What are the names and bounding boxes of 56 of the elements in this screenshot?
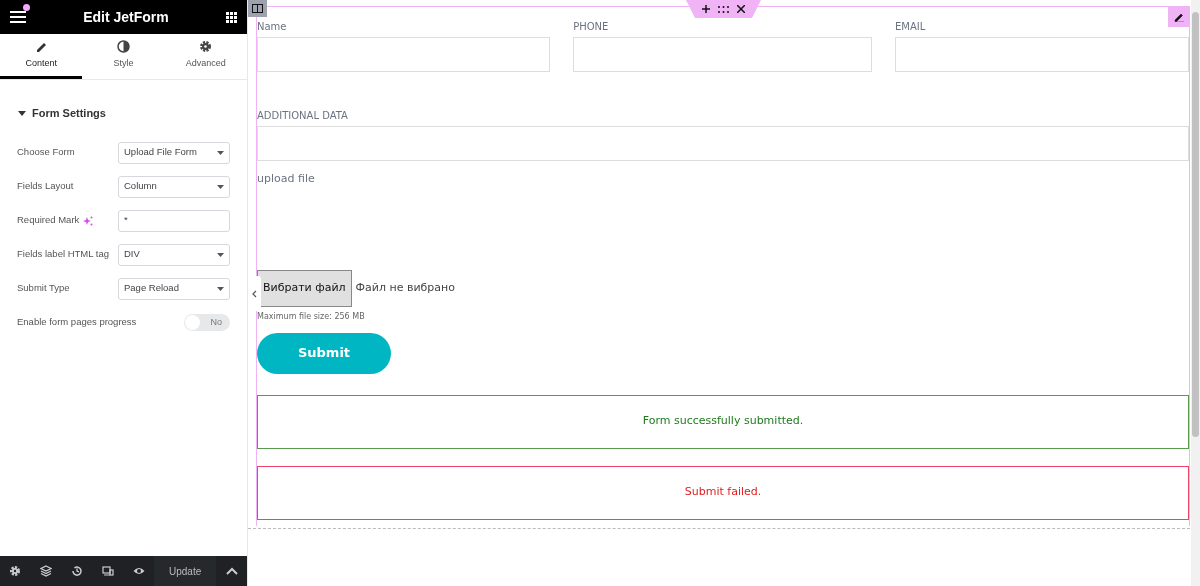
field-label: EMAIL [895,20,926,34]
notification-dot [23,4,30,11]
responsive-icon[interactable] [101,565,114,577]
input-field[interactable] [895,37,1189,72]
panel-tab[interactable]: Style [82,34,165,79]
input-field[interactable] [257,126,1189,161]
setting-label: Fields label HTML tag [17,247,110,262]
setting-label: Fields Layout [17,179,74,194]
setting-label: Required Mark [17,213,80,228]
chevron-up-icon[interactable] [225,567,238,575]
field-label: ADDITIONAL DATA [257,109,348,123]
add-icon[interactable] [702,5,710,13]
setting-label: Submit Type [17,281,70,296]
pencil-icon [1173,12,1184,22]
select-field[interactable]: Column [118,175,230,198]
success-message: Form successfully submitted. [257,394,1189,449]
chevron-left-icon [252,289,257,298]
settings-icon[interactable] [9,565,22,577]
layers-icon[interactable] [40,565,53,577]
section-header[interactable]: Form Settings [0,80,247,136]
caret-down-icon [217,150,224,155]
file-status: Файл не вибрано [355,279,455,296]
update-button[interactable]: Update [154,556,217,586]
input-field[interactable] [573,37,873,72]
select-field[interactable]: DIV [118,243,230,266]
panel-tab[interactable]: Advanced [164,34,247,79]
input-field[interactable] [257,37,551,72]
gear-icon [199,39,213,53]
caret-down-icon [217,184,224,189]
apps-grid-icon[interactable] [226,11,237,23]
panel-tab[interactable]: Content [0,34,83,79]
drag-handle-icon[interactable] [718,5,729,13]
field-label: upload file [257,171,316,187]
panel-title: Edit JetForm [83,7,169,27]
select-field[interactable]: Page Reload [118,277,230,300]
input-field[interactable]: * [118,209,230,232]
file-size-hint: Maximum file size: 256 MB [257,310,366,323]
menu-icon[interactable] [10,11,26,23]
field-label: PHONE [573,20,609,34]
setting-label: Enable form pages progress [17,315,137,330]
select-field[interactable]: Upload File Form [118,141,230,164]
caret-down-icon [217,286,224,291]
edit-button[interactable] [1168,7,1189,27]
toggle-switch[interactable]: No [184,314,230,331]
history-icon[interactable] [71,565,84,577]
eye-icon[interactable] [132,565,145,577]
column-handle[interactable] [248,0,267,17]
caret-down-icon [217,252,224,257]
setting-label: Choose Form [17,145,75,160]
close-icon[interactable] [737,5,745,13]
file-button[interactable]: Вибрати файл [257,269,352,307]
field-label: Name [257,20,287,34]
column-icon [252,4,263,13]
caret-down-icon [18,109,26,118]
contrast-icon [117,39,130,53]
error-message: Submit failed. [257,465,1189,520]
